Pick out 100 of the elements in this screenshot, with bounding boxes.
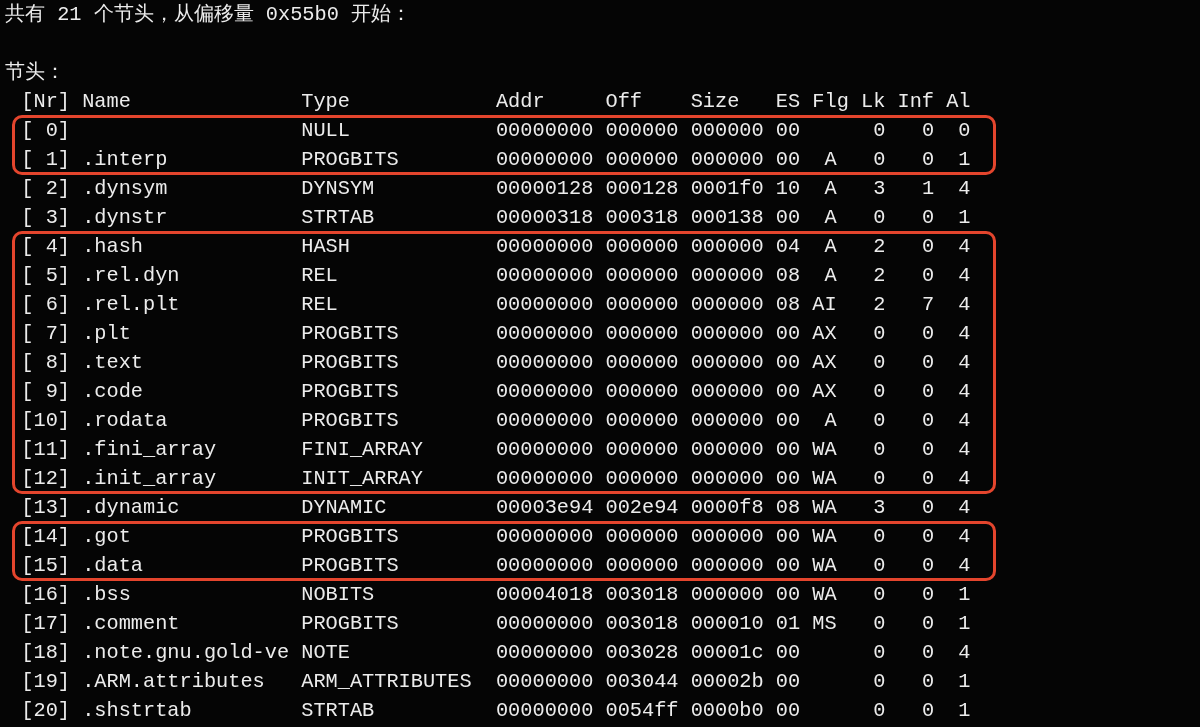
table-cell-text: 00000000 [495,554,595,577]
table-cell-text: 1 [957,699,971,722]
table-cell-text: 002e94 [605,496,680,519]
table-cell-text: 003044 [605,670,680,693]
table-cell-text: 1 [957,612,971,635]
table-cell-text: 08 [775,293,802,316]
table-cell-text: 003028 [605,641,680,664]
table-cell-text: 1 [957,206,971,229]
table-cell-text: [ 2] [21,177,71,200]
table-cell-text: .shstrtab [82,699,193,722]
table-cell-text: 0001f0 [690,177,765,200]
table-cell-text: 00004018 [495,583,595,606]
table-cell-text: 003018 [605,612,680,635]
table-cell-text: 4 [957,380,971,403]
table-cell-text: WA [812,554,838,577]
table-cell-text: [ 5] [21,264,71,287]
table-cell-text: 0 [920,380,936,403]
table-cell-text: 0 [872,438,887,461]
table-cell-text: 000318 [605,206,680,229]
table-cell-text: 4 [957,235,971,258]
table-cell-text: 0 [872,322,887,345]
table-cell-text: 00002b [690,670,765,693]
table-cell-text: .got [82,525,132,548]
table-cell-text: 1 [957,148,971,171]
table-cell-text: 4 [957,264,971,287]
table-cell-text: WA [812,467,838,490]
table-cell-text: [ 4] [21,235,71,258]
table-cell-text: 0 [872,612,887,635]
table-cell-text: .hash [82,235,145,258]
table-cell-text: 4 [957,177,971,200]
table-cell-text: PROGBITS [301,322,400,345]
table-cell-text: WA [812,525,838,548]
table-cell-text: 000000 [605,148,680,171]
table-cell-text: 000000 [605,438,680,461]
table-cell-text: REL [301,293,339,316]
table-cell-text: 00 [775,351,802,374]
table-cell-text: .dynsym [82,177,169,200]
table-cell-text: 000000 [605,322,680,345]
table-cell-text: 00000318 [495,206,595,229]
table-cell-text: 0 [872,699,887,722]
table-cell-text: 000000 [605,293,680,316]
table-cell-text: REL [301,264,339,287]
table-cell-text: 10 [775,177,802,200]
table-cell-text: 000000 [605,380,680,403]
table-cell-text: DYNSYM [301,177,376,200]
table-cell-text: 4 [957,409,971,432]
table-cell-text: 0 [920,467,936,490]
table-cell-text: 00000000 [495,264,595,287]
table-cell-text: 00 [775,641,802,664]
table-cell-text: 0 [920,583,936,606]
table-cell-text: 00000000 [495,409,595,432]
table-cell-text: AX [812,351,838,374]
table-cell-text: A [823,264,838,287]
table-cell-text: .fini_array [82,438,218,461]
table-cell-text: A [823,235,838,258]
table-cell-text: 000000 [690,235,765,258]
table-cell-text: 00 [775,119,802,142]
column-header: Inf [897,90,935,113]
table-cell-text: 04 [775,235,802,258]
table-cell-text: 00 [775,554,802,577]
table-cell-text: PROGBITS [301,612,400,635]
table-cell-text: 0 [872,583,887,606]
table-cell-text: .dynstr [82,206,169,229]
table-cell-text: 4 [957,438,971,461]
table-cell-text: [18] [21,641,71,664]
table-cell-text: 00000000 [495,293,595,316]
table-cell-text: [ 1] [21,148,71,171]
table-cell-text: [15] [21,554,71,577]
column-header: Addr [495,90,545,113]
table-cell-text: 0 [872,554,887,577]
table-cell-text: 0 [920,554,936,577]
table-cell-text: 000000 [690,554,765,577]
table-cell-text: 000000 [690,351,765,374]
table-cell-text: A [823,206,838,229]
table-cell-text: [20] [21,699,71,722]
table-cell-text: [10] [21,409,71,432]
table-cell-text: 00000000 [495,670,595,693]
table-cell-text: 0 [872,641,887,664]
table-cell-text: [ 6] [21,293,71,316]
table-cell-text: HASH [301,235,351,258]
table-cell-text: NOTE [301,641,351,664]
table-cell-text: 4 [957,525,971,548]
table-cell-text: .init_array [82,467,218,490]
table-cell-text: STRTAB [301,206,376,229]
table-cell-text: 08 [775,496,802,519]
table-cell-text: NOBITS [301,583,376,606]
table-cell-text: 0 [957,119,971,142]
table-cell-text: 000000 [605,467,680,490]
table-cell-text: PROGBITS [301,148,400,171]
table-cell-text: 0000f8 [690,496,765,519]
table-cell-text: 00000000 [495,525,595,548]
table-cell-text: WA [812,583,838,606]
table-cell-text: [19] [21,670,71,693]
table-cell-text: .text [82,351,145,374]
table-cell-text: 4 [957,467,971,490]
table-cell-text: 000000 [690,583,765,606]
table-cell-text: 000000 [605,235,680,258]
table-cell-text: .rel.dyn [82,264,181,287]
table-cell-text: PROGBITS [301,554,400,577]
table-cell-text: 0 [872,148,887,171]
